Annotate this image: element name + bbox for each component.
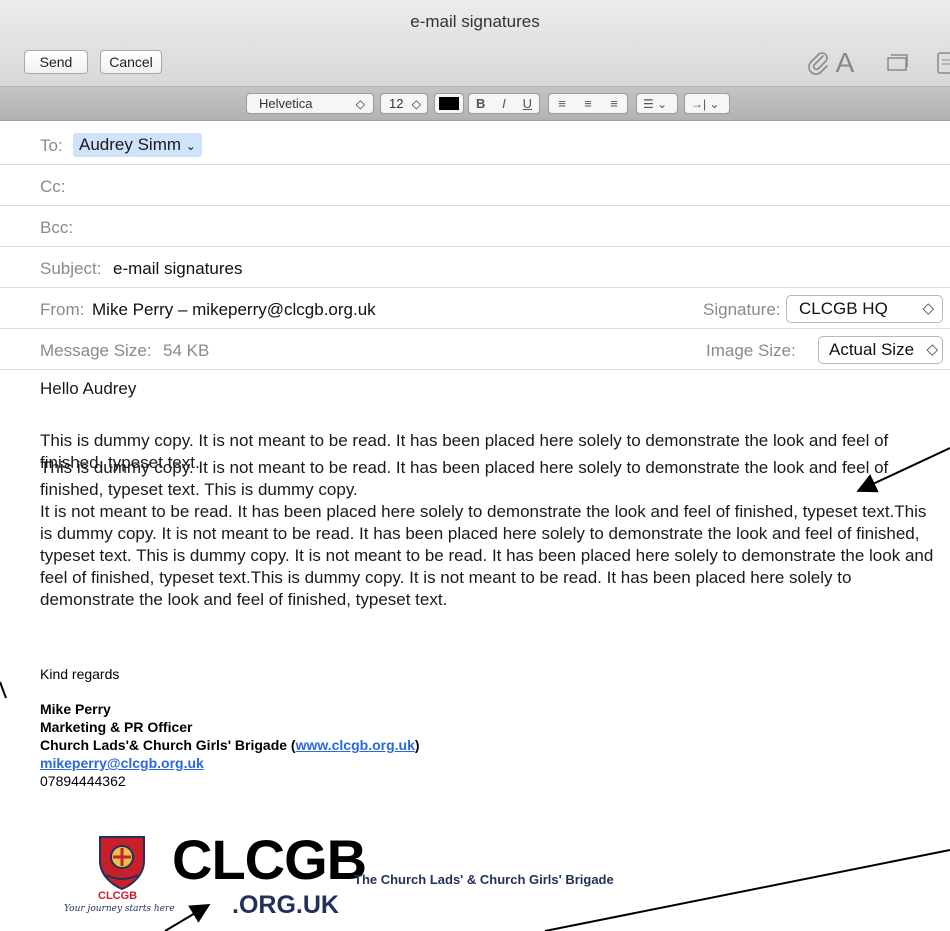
chevron-updown-icon: ◇ <box>355 96 365 111</box>
image-size-select[interactable]: Actual Size ◇ <box>818 336 943 364</box>
italic-button[interactable]: I <box>492 96 515 111</box>
style-buttons: B I U <box>468 93 540 114</box>
badge-text: CLCGB <box>98 890 138 902</box>
cancel-button[interactable]: Cancel <box>100 50 162 74</box>
from-label: From: <box>40 300 85 319</box>
crest-icon <box>99 836 145 891</box>
list-icon: ☰ ⌄ <box>643 96 668 111</box>
align-center-icon[interactable]: ≡ <box>575 96 601 111</box>
subject-label: Subject: <box>40 259 102 278</box>
to-label: To: <box>40 136 63 155</box>
email-link[interactable]: mikeperry@clcgb.org.uk <box>40 755 204 771</box>
signature-label: Signature: <box>703 300 781 319</box>
bcc-row[interactable]: Bcc: <box>0 206 950 247</box>
indent-button[interactable]: →| ⌄ <box>684 93 730 114</box>
image-size-label: Image Size: <box>706 341 796 360</box>
window-title: e-mail signatures <box>410 12 540 31</box>
fonts-icon[interactable]: A <box>828 47 862 78</box>
signature-select[interactable]: CLCGB HQ ◇ <box>786 295 943 323</box>
font-family-select[interactable]: Helvetica ◇ <box>246 93 374 114</box>
subject-row[interactable]: Subject: e-mail signatures <box>0 247 950 288</box>
send-button[interactable]: Send <box>24 50 88 74</box>
bcc-label: Bcc: <box>40 218 74 237</box>
chevron-updown-icon: ◇ <box>926 341 938 358</box>
photo-browser-icon[interactable] <box>880 48 914 78</box>
from-row: From: Mike Perry – mikeperry@clcgb.org.u… <box>0 288 950 329</box>
clcgb-logo: CLCGB Your journey starts here CLCGB The… <box>40 828 660 931</box>
greeting: Hello Audrey <box>40 379 137 398</box>
recipient-token[interactable]: Audrey Simm ⌄ <box>73 133 202 157</box>
org-name: Church Lads'& Church Girls' Brigade ( <box>40 737 296 753</box>
body-paragraph-2-rest: It is not meant to be read. It has been … <box>40 502 934 609</box>
underline-button[interactable]: U <box>516 96 539 111</box>
signature-block: Mike Perry Marketing & PR Officer Church… <box>40 700 420 790</box>
sender-role: Marketing & PR Officer <box>40 719 193 735</box>
recipient-name: Audrey Simm <box>79 135 182 154</box>
arrow-left-edge <box>0 681 7 699</box>
message-size-value: 54 KB <box>163 341 210 360</box>
from-select[interactable]: Mike Perry – mikeperry@clcgb.org.uk <box>92 300 376 320</box>
alignment-buttons: ≡ ≡ ≡ <box>548 93 628 114</box>
wordmark: CLCGB <box>172 828 367 891</box>
to-row: To: Audrey Simm ⌄ <box>0 124 950 165</box>
font-size-value: 12 <box>389 96 404 111</box>
sender-name: Mike Perry <box>40 701 111 717</box>
size-row: Message Size: 54 KB Image Size: Actual S… <box>0 329 950 370</box>
list-style-button[interactable]: ☰ ⌄ <box>636 93 678 114</box>
message-size-label: Message Size: <box>40 341 152 360</box>
body-paragraph-2-first: This is dummy copy. It is not meant to b… <box>40 458 889 499</box>
font-family-value: Helvetica <box>259 96 313 111</box>
chevron-updown-icon: ◇ <box>411 96 421 111</box>
full-name: The Church Lads' & Church Girls' Brigade <box>354 872 614 887</box>
cc-label: Cc: <box>40 177 66 196</box>
stationery-icon[interactable] <box>928 48 950 78</box>
wordmark-domain: .ORG.UK <box>232 891 339 919</box>
chevron-updown-icon: ◇ <box>922 300 934 317</box>
signature-value: CLCGB HQ <box>799 299 888 318</box>
phone: 07894444362 <box>40 773 126 789</box>
cc-row[interactable]: Cc: <box>0 165 950 206</box>
subject-field[interactable]: e-mail signatures <box>113 259 242 279</box>
image-size-value: Actual Size <box>829 340 915 359</box>
closing: Kind regards <box>40 666 120 682</box>
indent-icon: →| ⌄ <box>691 96 720 111</box>
chevron-down-icon: ⌄ <box>185 139 196 153</box>
format-bar: Helvetica ◇ 12 ◇ B I U ≡ ≡ ≡ ☰ ⌄ →| ⌄ <box>0 87 950 121</box>
bold-button[interactable]: B <box>469 96 492 111</box>
text-color-well[interactable] <box>434 93 464 114</box>
org-suffix: ) <box>414 737 420 753</box>
org-link[interactable]: www.clcgb.org.uk <box>296 737 415 753</box>
align-right-icon[interactable]: ≡ <box>601 96 627 111</box>
color-swatch <box>439 97 459 110</box>
window-toolbar: e-mail signatures Send Cancel A <box>0 0 950 87</box>
tagline: Your journey starts here <box>64 904 175 914</box>
font-size-select[interactable]: 12 ◇ <box>380 93 428 114</box>
align-left-icon[interactable]: ≡ <box>549 96 575 111</box>
